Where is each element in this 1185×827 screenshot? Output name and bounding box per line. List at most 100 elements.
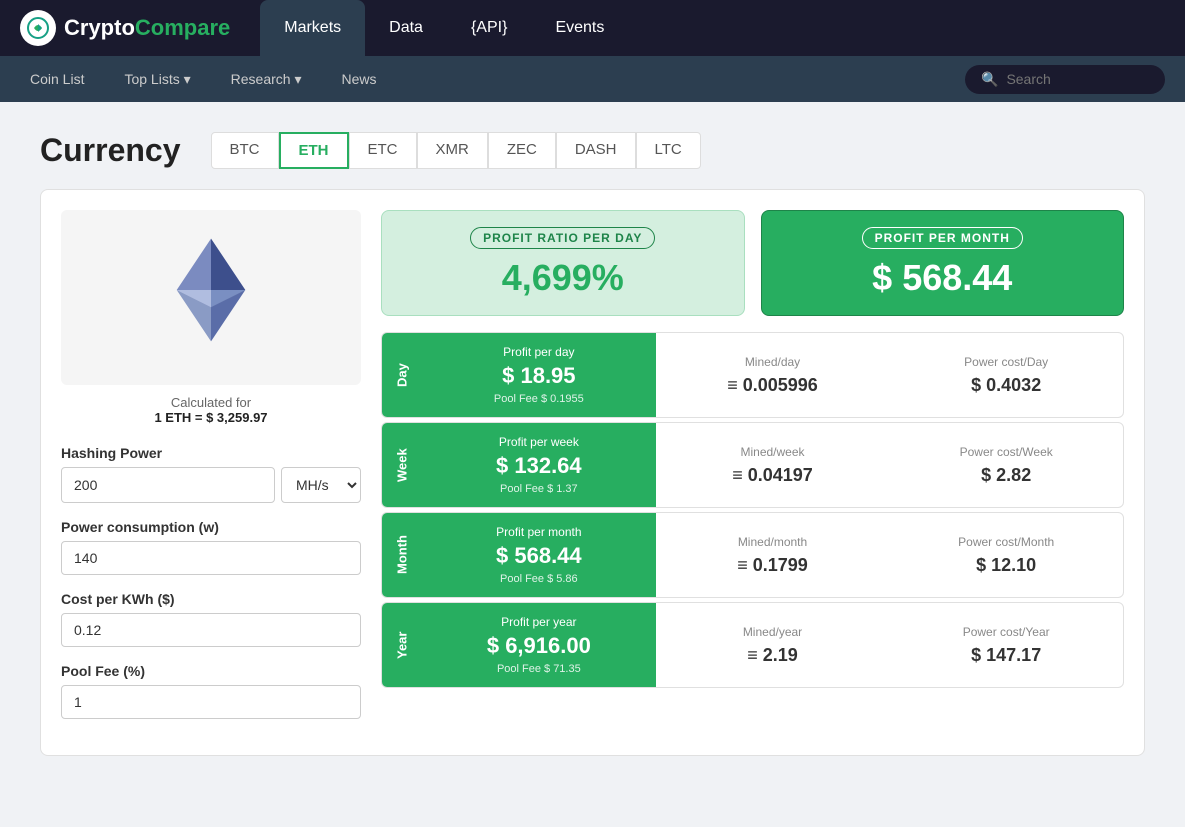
- subnav-news[interactable]: News: [331, 56, 386, 102]
- power-day-label: Power cost/Day: [905, 355, 1107, 369]
- cost-per-kwh-label: Cost per KWh ($): [61, 591, 361, 607]
- mined-week: Mined/week ≡ 0.04197: [656, 423, 890, 507]
- tab-zec[interactable]: ZEC: [488, 132, 556, 169]
- search-box[interactable]: 🔍: [965, 65, 1165, 94]
- mined-month-label: Mined/month: [672, 535, 874, 549]
- pool-fee-input[interactable]: [61, 685, 361, 719]
- tab-btc[interactable]: BTC: [211, 132, 279, 169]
- power-year-label: Power cost/Year: [905, 625, 1107, 639]
- hashing-power-label: Hashing Power: [61, 445, 361, 461]
- profit-day-value: $ 18.95: [438, 363, 640, 389]
- page-content: Currency BTC ETH ETC XMR ZEC DASH LTC: [0, 102, 1185, 786]
- power-week-label: Power cost/Week: [905, 445, 1107, 459]
- logo-text: CryptoCompare: [64, 15, 230, 41]
- power-consumption-group: Power consumption (w): [61, 519, 361, 575]
- logo[interactable]: CryptoCompare: [20, 10, 230, 46]
- mining-row-year: Year Profit per year $ 6,916.00 Pool Fee…: [381, 602, 1124, 688]
- mined-day-value: ≡ 0.005996: [672, 375, 874, 396]
- profit-month-label: PROFIT PER MONTH: [862, 227, 1023, 249]
- profit-month-fee: Pool Fee $ 5.86: [438, 573, 640, 585]
- power-day: Power cost/Day $ 0.4032: [889, 333, 1123, 417]
- nav-events[interactable]: Events: [531, 0, 628, 56]
- currency-header: Currency BTC ETH ETC XMR ZEC DASH LTC: [40, 132, 1145, 169]
- stat-profit-ratio: PROFIT RATIO PER DAY 4,699%: [381, 210, 745, 316]
- power-week: Power cost/Week $ 2.82: [889, 423, 1123, 507]
- mined-year: Mined/year ≡ 2.19: [656, 603, 890, 687]
- period-label-year: Year: [382, 603, 422, 687]
- profit-year: Profit per year $ 6,916.00 Pool Fee $ 71…: [422, 603, 656, 687]
- profit-week-value: $ 132.64: [438, 453, 640, 479]
- top-nav: CryptoCompare Markets Data {API} Events: [0, 0, 1185, 56]
- profit-ratio-value: 4,699%: [402, 257, 724, 299]
- hashing-unit-select[interactable]: MH/s GH/s TH/s: [281, 467, 361, 503]
- profit-week-fee: Pool Fee $ 1.37: [438, 483, 640, 495]
- profit-week-title: Profit per week: [438, 435, 640, 449]
- tab-xmr[interactable]: XMR: [417, 132, 488, 169]
- period-label-day: Day: [382, 333, 422, 417]
- hashing-power-input[interactable]: [61, 467, 275, 503]
- mined-month-value: ≡ 0.1799: [672, 555, 874, 576]
- search-input[interactable]: [1006, 71, 1156, 87]
- power-consumption-input[interactable]: [61, 541, 361, 575]
- nav-markets[interactable]: Markets: [260, 0, 365, 56]
- main-layout: Calculated for 1 ETH = $ 3,259.97 Hashin…: [40, 189, 1145, 756]
- nav-items: Markets Data {API} Events: [260, 0, 1165, 56]
- power-year: Power cost/Year $ 147.17: [889, 603, 1123, 687]
- profit-year-title: Profit per year: [438, 615, 640, 629]
- power-month-value: $ 12.10: [905, 555, 1107, 576]
- period-label-week: Week: [382, 423, 422, 507]
- tab-ltc[interactable]: LTC: [636, 132, 701, 169]
- profit-month: Profit per month $ 568.44 Pool Fee $ 5.8…: [422, 513, 656, 597]
- profit-day: Profit per day $ 18.95 Pool Fee $ 0.1955: [422, 333, 656, 417]
- nav-api[interactable]: {API}: [447, 0, 531, 56]
- sub-nav: Coin List Top Lists ▾ Research ▾ News 🔍: [0, 56, 1185, 102]
- page-title: Currency: [40, 132, 181, 169]
- mining-row-day: Day Profit per day $ 18.95 Pool Fee $ 0.…: [381, 332, 1124, 418]
- profit-day-title: Profit per day: [438, 345, 640, 359]
- cost-per-kwh-group: Cost per KWh ($): [61, 591, 361, 647]
- profit-ratio-label: PROFIT RATIO PER DAY: [470, 227, 655, 249]
- mined-week-label: Mined/week: [672, 445, 874, 459]
- eth-logo: [151, 230, 271, 350]
- nav-data[interactable]: Data: [365, 0, 447, 56]
- subnav-research[interactable]: Research ▾: [221, 56, 312, 102]
- subnav-coin-list[interactable]: Coin List: [20, 56, 94, 102]
- pool-fee-label: Pool Fee (%): [61, 663, 361, 679]
- hashing-power-group: Hashing Power MH/s GH/s TH/s: [61, 445, 361, 503]
- hashing-power-row: MH/s GH/s TH/s: [61, 467, 361, 503]
- mining-row-week: Week Profit per week $ 132.64 Pool Fee $…: [381, 422, 1124, 508]
- profit-year-value: $ 6,916.00: [438, 633, 640, 659]
- right-panel: PROFIT RATIO PER DAY 4,699% PROFIT PER M…: [381, 210, 1124, 735]
- power-week-value: $ 2.82: [905, 465, 1107, 486]
- left-panel: Calculated for 1 ETH = $ 3,259.97 Hashin…: [61, 210, 361, 735]
- coin-image-area: [61, 210, 361, 385]
- power-month-label: Power cost/Month: [905, 535, 1107, 549]
- mining-row-month: Month Profit per month $ 568.44 Pool Fee…: [381, 512, 1124, 598]
- power-month: Power cost/Month $ 12.10: [889, 513, 1123, 597]
- profit-week: Profit per week $ 132.64 Pool Fee $ 1.37: [422, 423, 656, 507]
- calc-for: Calculated for 1 ETH = $ 3,259.97: [61, 395, 361, 425]
- power-year-value: $ 147.17: [905, 645, 1107, 666]
- subnav-top-lists[interactable]: Top Lists ▾: [114, 56, 200, 102]
- profit-month-value: $ 568.44: [782, 257, 1104, 299]
- mining-table: Day Profit per day $ 18.95 Pool Fee $ 0.…: [381, 332, 1124, 688]
- tab-etc[interactable]: ETC: [349, 132, 417, 169]
- mined-month: Mined/month ≡ 0.1799: [656, 513, 890, 597]
- currency-tabs: BTC ETH ETC XMR ZEC DASH LTC: [211, 132, 701, 169]
- profit-year-fee: Pool Fee $ 71.35: [438, 663, 640, 675]
- power-day-value: $ 0.4032: [905, 375, 1107, 396]
- period-label-month: Month: [382, 513, 422, 597]
- logo-icon: [20, 10, 56, 46]
- tab-dash[interactable]: DASH: [556, 132, 636, 169]
- cost-per-kwh-input[interactable]: [61, 613, 361, 647]
- profit-month-value: $ 568.44: [438, 543, 640, 569]
- stat-profit-month: PROFIT PER MONTH $ 568.44: [761, 210, 1125, 316]
- profit-day-fee: Pool Fee $ 0.1955: [438, 393, 640, 405]
- calc-for-label: Calculated for: [61, 395, 361, 410]
- mined-day: Mined/day ≡ 0.005996: [656, 333, 890, 417]
- mined-day-label: Mined/day: [672, 355, 874, 369]
- top-stats: PROFIT RATIO PER DAY 4,699% PROFIT PER M…: [381, 210, 1124, 316]
- tab-eth[interactable]: ETH: [279, 132, 349, 169]
- mined-week-value: ≡ 0.04197: [672, 465, 874, 486]
- mined-year-label: Mined/year: [672, 625, 874, 639]
